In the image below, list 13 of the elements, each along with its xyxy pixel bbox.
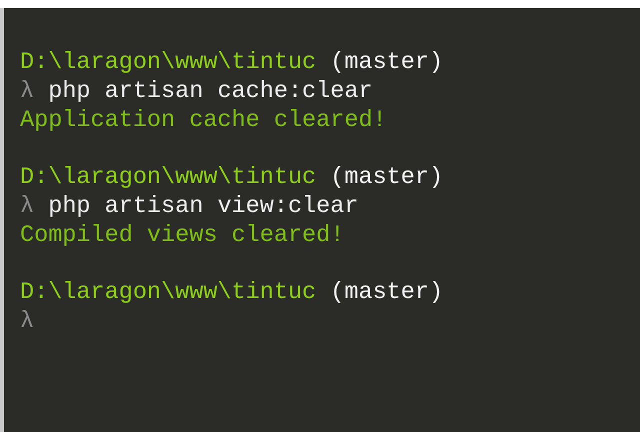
command-output: Compiled views cleared! <box>20 222 344 251</box>
prompt-path: D:\laragon\www\tintuc <box>20 164 316 193</box>
git-branch: (master) <box>330 49 444 78</box>
command-output: Application cache cleared! <box>20 106 387 136</box>
prompt-path: D:\laragon\www\tintuc <box>20 279 316 308</box>
prompt-path: D:\laragon\www\tintuc <box>20 49 316 78</box>
git-branch: (master) <box>330 279 444 308</box>
prompt-symbol: λ <box>20 308 34 337</box>
git-branch: (master) <box>330 164 444 193</box>
prompt-symbol: λ <box>20 78 34 107</box>
command-text: php artisan cache:clear <box>48 78 373 107</box>
command-text: php artisan view:clear <box>48 192 358 222</box>
prompt-symbol: λ <box>20 192 34 222</box>
